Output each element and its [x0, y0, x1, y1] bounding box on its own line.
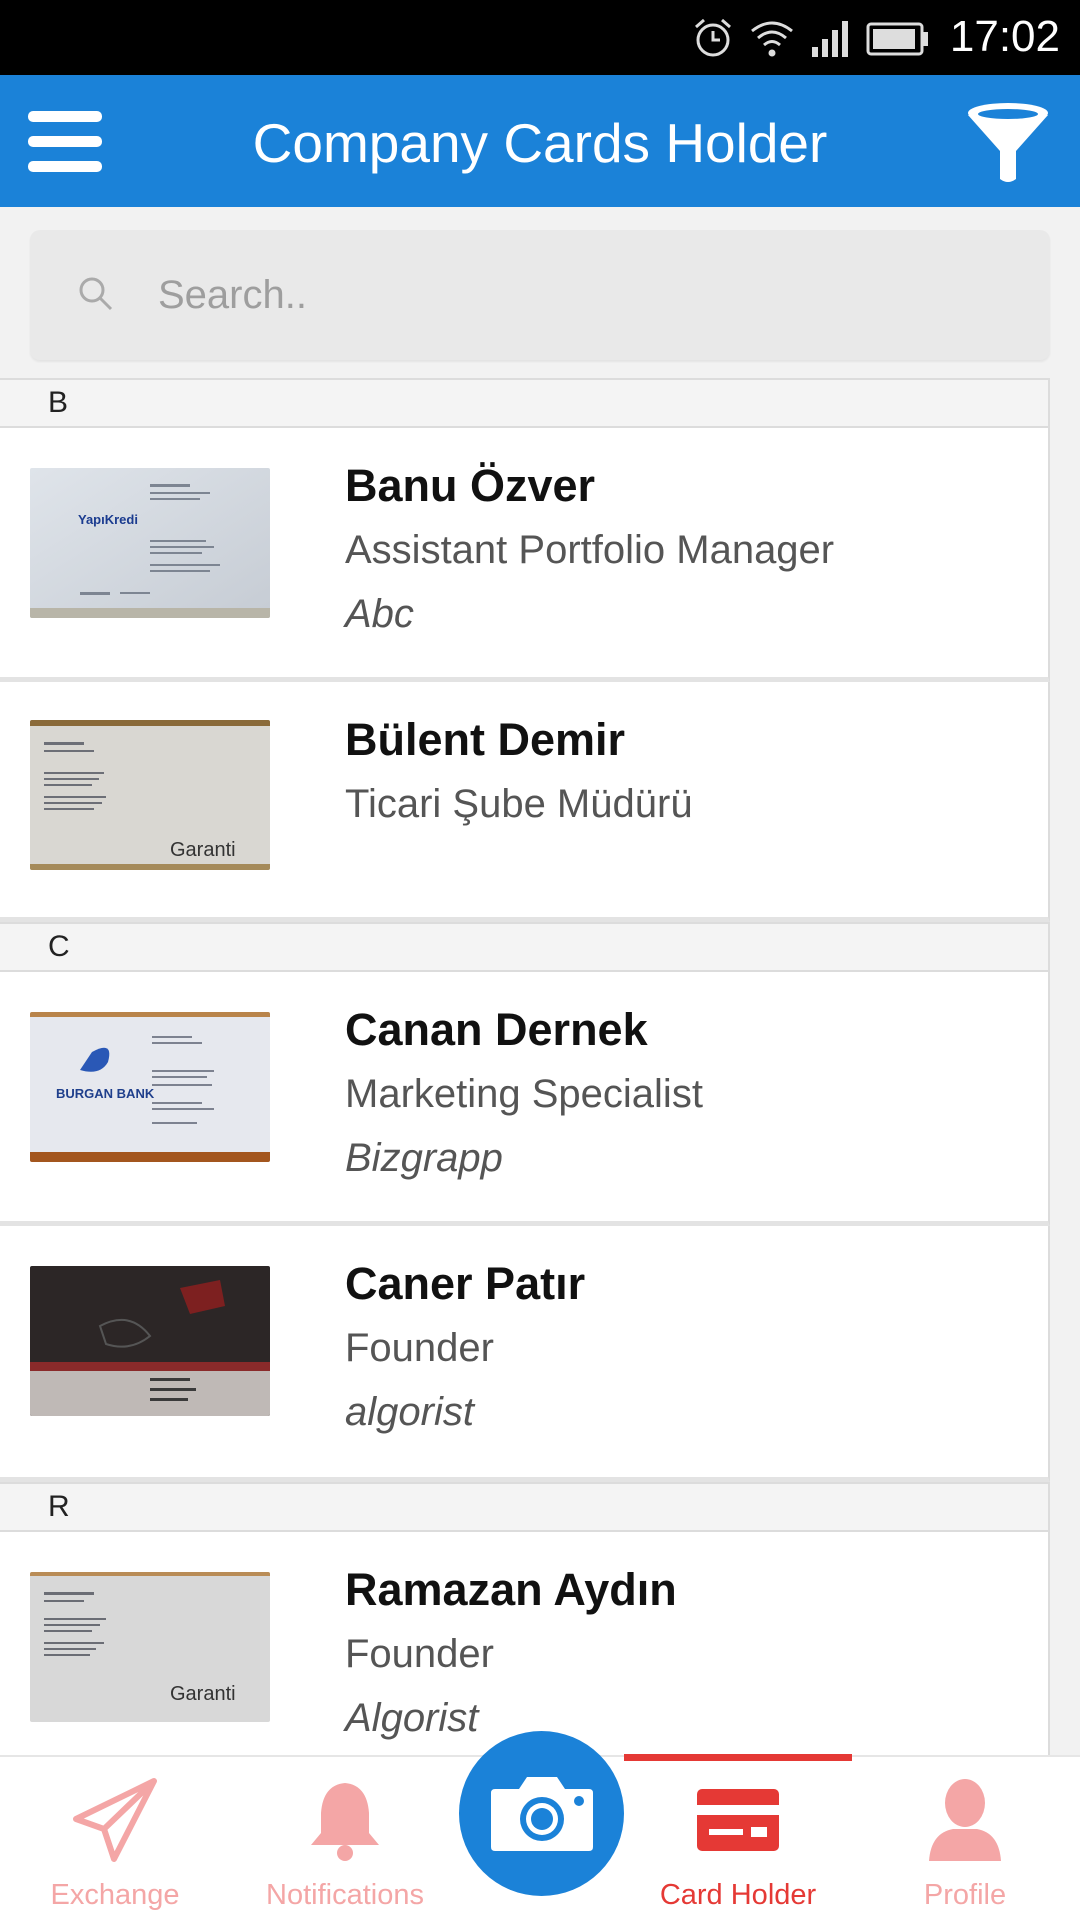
cards-list: B YapıKredi Banu Özver Assistant Portfol… [0, 378, 1050, 1792]
card-logo-text: YapıKredi [78, 512, 138, 527]
filter-button[interactable] [964, 99, 1052, 185]
nav-profile-label: Profile [923, 1879, 1007, 1911]
nav-card-holder[interactable]: Card Holder [640, 1757, 836, 1920]
bell-icon [311, 1783, 379, 1861]
contact-name: Canan Dernek [345, 1004, 648, 1055]
nav-notifications-label: Notifications [266, 1879, 424, 1911]
filter-icon [968, 103, 1048, 182]
list-item[interactable]: Caner Patır Founder algorist [0, 1226, 1050, 1482]
paper-plane-icon [73, 1778, 157, 1862]
contact-name: Banu Özver [345, 460, 596, 511]
status-icons [692, 14, 930, 62]
section-header-b: B [0, 378, 1050, 428]
user-icon [929, 1779, 1001, 1861]
card-thumbnail: YapıKredi [30, 468, 270, 618]
nav-exchange-label: Exchange [50, 1879, 180, 1911]
card-logo-text: BURGAN BANK [56, 1086, 155, 1101]
credit-card-icon [697, 1789, 779, 1851]
card-thumbnail: Garanti [30, 720, 270, 870]
contact-title: Ticari Şube Müdürü [345, 782, 693, 826]
contact-name: Ramazan Aydın [345, 1564, 677, 1615]
nav-notifications[interactable]: Notifications [245, 1757, 445, 1920]
status-bar: 17:02 [0, 0, 1080, 75]
card-thumbnail: BURGAN BANK [30, 1012, 270, 1162]
contact-title: Founder [345, 1326, 494, 1370]
search-input[interactable] [158, 258, 1018, 332]
contact-company: Algorist [345, 1696, 479, 1740]
contact-name: Bülent Demir [345, 714, 626, 765]
nav-profile[interactable]: Profile [880, 1757, 1050, 1920]
list-item[interactable]: Garanti Bülent Demir Ticari Şube Müdürü [0, 682, 1050, 922]
card-info: Banu Özver Assistant Portfolio Manager A… [345, 458, 1028, 642]
alarm-icon [695, 18, 731, 57]
card-thumbnail: Garanti [30, 1572, 270, 1722]
contact-name: Caner Patır [345, 1258, 586, 1309]
contact-title: Assistant Portfolio Manager [345, 528, 835, 572]
nav-card-holder-label: Card Holder [659, 1879, 817, 1911]
section-header-c: C [0, 922, 1050, 972]
search-bar [30, 230, 1050, 360]
page-title: Company Cards Holder [252, 112, 828, 174]
app-bar: Company Cards Holder [0, 75, 1080, 207]
card-logo-text: Garanti [170, 1683, 236, 1705]
camera-button[interactable] [459, 1731, 624, 1896]
active-tab-indicator [624, 1754, 852, 1761]
contact-company: algorist [345, 1390, 474, 1434]
contact-company: Bizgrapp [345, 1136, 503, 1180]
camera-icon [491, 1777, 593, 1851]
contact-title: Marketing Specialist [345, 1072, 703, 1116]
contact-title: Founder [345, 1632, 494, 1676]
wifi-icon [751, 21, 793, 57]
section-header-r: R [0, 1482, 1050, 1532]
card-thumbnail [30, 1266, 270, 1416]
search-icon [79, 277, 113, 311]
card-logo-text: Garanti [170, 839, 236, 861]
nav-exchange[interactable]: Exchange [20, 1757, 210, 1920]
card-info: Caner Patır Founder algorist [345, 1256, 1028, 1440]
card-info: Bülent Demir Ticari Şube Müdürü [345, 712, 1028, 832]
list-item[interactable]: YapıKredi Banu Özver Assistant Portfolio… [0, 428, 1050, 682]
battery-icon [866, 22, 928, 56]
card-info: Canan Dernek Marketing Specialist Bizgra… [345, 1002, 1028, 1186]
status-time: 17:02 [949, 12, 1060, 61]
signal-icon [812, 21, 848, 57]
list-item[interactable]: BURGAN BANK Canan Dernek Marketing Speci… [0, 972, 1050, 1226]
card-info: Ramazan Aydın Founder Algorist [345, 1562, 1028, 1746]
contact-company: Abc [345, 592, 414, 636]
